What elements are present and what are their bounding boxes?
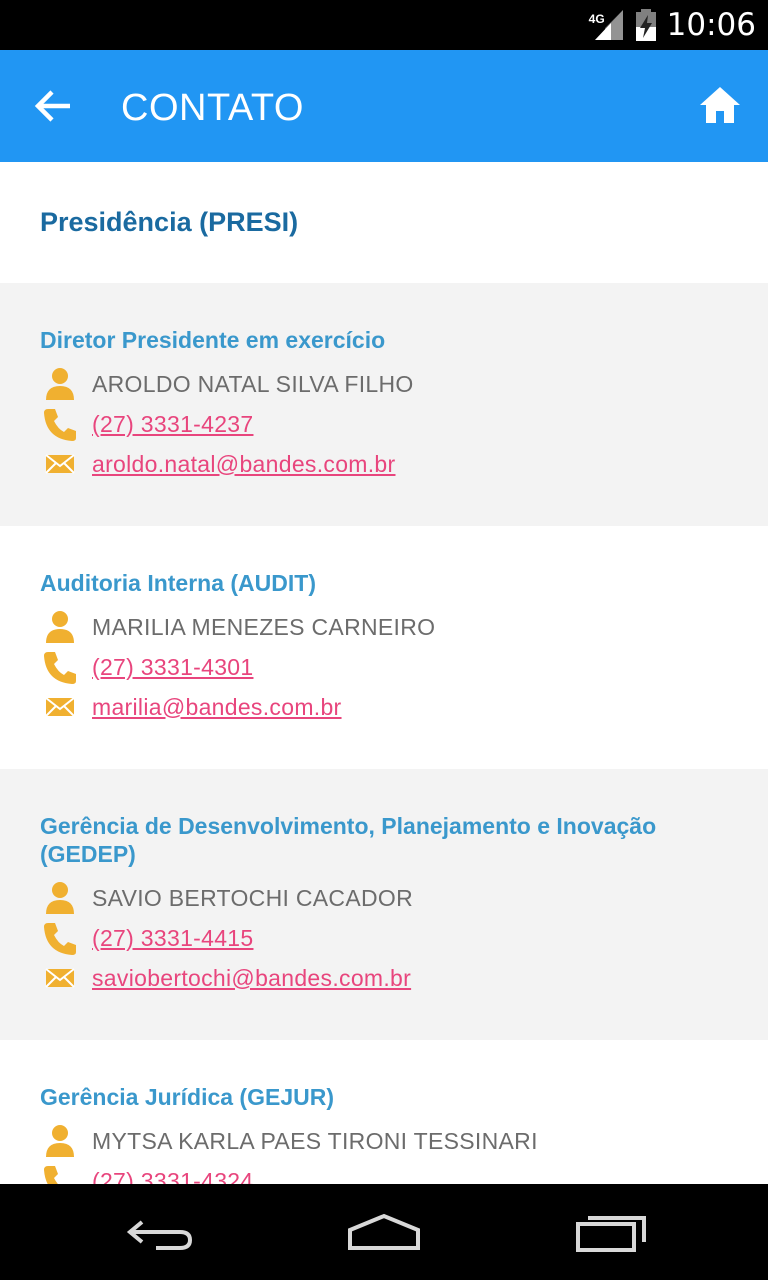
status-bar: 4G 10:06 (0, 0, 768, 50)
app-bar: CONTATO (0, 50, 768, 162)
status-time: 10:06 (666, 7, 756, 43)
nav-home-icon (348, 1213, 420, 1250)
battery-icon (635, 9, 657, 41)
nav-recents-button[interactable] (572, 1210, 652, 1254)
contact-title: Auditoria Interna (AUDIT) (40, 570, 316, 596)
email-row[interactable]: saviobertochi@bandes.com.br (40, 958, 728, 998)
person-icon (40, 364, 80, 404)
contact-name: AROLDO NATAL SILVA FILHO (92, 370, 414, 397)
person-icon (40, 1121, 80, 1161)
phone-row[interactable]: (27) 3331-4324 (40, 1161, 728, 1184)
status-icons: 4G 10:06 (589, 0, 756, 50)
contact-card: Gerência de Desenvolvimento, Planejament… (0, 769, 768, 1040)
email-link[interactable]: aroldo.natal@bandes.com.br (92, 451, 396, 478)
email-link[interactable]: marilia@bandes.com.br (92, 694, 342, 721)
contact-name: MARILIA MENEZES CARNEIRO (92, 613, 436, 640)
phone-icon (40, 918, 80, 958)
contact-card: Gerência Jurídica (GEJUR) MYTSA KARLA PA… (0, 1040, 768, 1184)
nav-back-button[interactable] (120, 1210, 200, 1254)
network-type: 4G (588, 12, 605, 26)
phone-icon (40, 1161, 80, 1184)
contact-name: MYTSA KARLA PAES TIRONI TESSINARI (92, 1127, 538, 1154)
contact-title: Diretor Presidente em exercício (40, 327, 386, 353)
contact-title: Gerência de Desenvolvimento, Planejament… (40, 813, 657, 867)
contact-card: Auditoria Interna (AUDIT) MARILIA MENEZE… (0, 526, 768, 769)
phone-link[interactable]: (27) 3331-4415 (92, 925, 253, 952)
email-icon (40, 444, 80, 484)
name-row: MARILIA MENEZES CARNEIRO (40, 607, 728, 647)
signal-icon: 4G (589, 10, 625, 40)
phone-link[interactable]: (27) 3331-4237 (92, 411, 253, 438)
contact-name: SAVIO BERTOCHI CACADOR (92, 884, 413, 911)
phone-row[interactable]: (27) 3331-4237 (40, 404, 728, 444)
page-title: CONTATO (121, 87, 304, 129)
contact-list[interactable]: Presidência (PRESI) Diretor Presidente e… (0, 162, 768, 1184)
person-icon (40, 607, 80, 647)
email-icon (40, 687, 80, 727)
contact-title: Gerência Jurídica (GEJUR) (40, 1084, 334, 1110)
email-icon (40, 958, 80, 998)
name-row: AROLDO NATAL SILVA FILHO (40, 364, 728, 404)
phone-icon (40, 647, 80, 687)
nav-home-button[interactable] (344, 1210, 424, 1254)
name-row: MYTSA KARLA PAES TIRONI TESSINARI (40, 1121, 728, 1161)
contact-card: Diretor Presidente em exercício AROLDO N… (0, 283, 768, 526)
phone-row[interactable]: (27) 3331-4415 (40, 918, 728, 958)
phone-link[interactable]: (27) 3331-4301 (92, 654, 253, 681)
name-row: SAVIO BERTOCHI CACADOR (40, 878, 728, 918)
phone-icon (40, 404, 80, 444)
nav-back-icon (126, 1220, 193, 1250)
email-row[interactable]: marilia@bandes.com.br (40, 687, 728, 727)
phone-row[interactable]: (27) 3331-4301 (40, 647, 728, 687)
arrow-back-icon (34, 90, 70, 122)
nav-recents-icon (576, 1216, 646, 1252)
system-nav-bar (0, 1184, 768, 1280)
email-row[interactable]: aroldo.natal@bandes.com.br (40, 444, 728, 484)
home-icon (700, 87, 740, 123)
person-icon (40, 878, 80, 918)
back-button[interactable] (30, 86, 80, 126)
home-button[interactable] (698, 84, 742, 126)
phone-link[interactable]: (27) 3331-4324 (92, 1168, 253, 1185)
email-link[interactable]: saviobertochi@bandes.com.br (92, 965, 411, 992)
section-title: Presidência (PRESI) (0, 162, 768, 283)
